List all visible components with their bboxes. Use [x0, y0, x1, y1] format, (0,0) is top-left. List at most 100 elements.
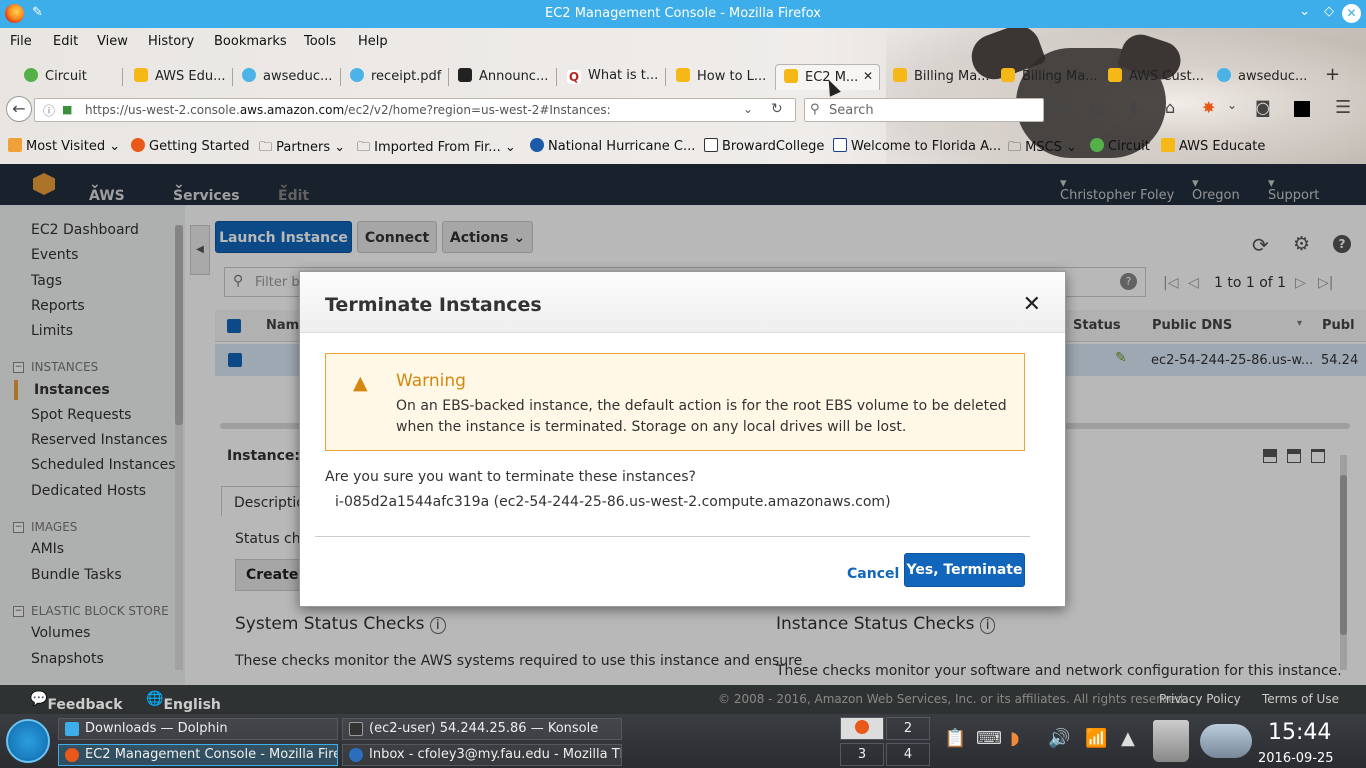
weather-melon-icon[interactable]: ◗: [1010, 728, 1019, 749]
url-text: https://us-west-2.console.aws.amazon.com…: [85, 103, 611, 117]
menu-history[interactable]: History: [148, 34, 194, 49]
menu-edit[interactable]: Edit: [53, 34, 78, 49]
tab-receipt[interactable]: receipt.pdf: [350, 64, 450, 90]
bookmark-label: MSCS: [1025, 140, 1062, 155]
bookmark-circuit[interactable]: Circuit: [1090, 138, 1150, 154]
warning-box: ▲ Warning On an EBS-backed instance, the…: [325, 353, 1025, 451]
tab-aws-educate[interactable]: AWS Edu...: [134, 64, 230, 90]
dialog-title: Terminate Instances: [325, 294, 542, 316]
tab-label: How to L...: [697, 69, 767, 84]
gear-icon: [8, 138, 22, 152]
task-konsole[interactable]: (ec2-user) 54.244.25.86 — Konsole: [342, 718, 622, 740]
bookmark-folder-imported[interactable]: 🗀 Imported From Fir... ⌄: [357, 138, 516, 160]
tab-awseducate-2[interactable]: awseduc...: [1217, 64, 1313, 90]
weather-rain-icon[interactable]: [1200, 724, 1252, 758]
clipboard-icon[interactable]: 📋: [944, 728, 966, 749]
circuit-icon: [1090, 138, 1104, 152]
feedback-label: Feedback: [47, 697, 123, 713]
menu-view[interactable]: View: [97, 34, 128, 49]
maximize-icon[interactable]: ◇: [1324, 4, 1334, 19]
bookmark-label: Welcome to Florida A...: [851, 139, 1002, 154]
tab-billing-1[interactable]: Billing Ma...: [893, 64, 989, 90]
tab-circuit[interactable]: Circuit: [24, 64, 120, 90]
feedback-link[interactable]: 💬 Feedback: [30, 691, 123, 713]
minimize-icon[interactable]: ⌄: [1299, 4, 1310, 19]
bookmark-aws-educate[interactable]: AWS Educate: [1161, 138, 1265, 154]
bookmark-most-visited[interactable]: Most Visited ⌄: [8, 138, 120, 154]
tab-how-to[interactable]: How to L...: [676, 64, 772, 90]
desktop-pager-2[interactable]: 2: [886, 717, 930, 740]
download-icon[interactable]: ⬇: [1127, 99, 1140, 118]
url-dropdown-icon[interactable]: ⌄: [743, 102, 753, 116]
task-label: Downloads — Dolphin: [85, 721, 228, 736]
tab-quora[interactable]: Q What is t...: [567, 64, 663, 90]
hamburger-menu-icon[interactable]: ☰: [1335, 97, 1351, 118]
extension-dropdown-icon[interactable]: ⌄: [1227, 98, 1237, 112]
pocket-icon[interactable]: ◙: [1255, 98, 1271, 117]
menu-help[interactable]: Help: [358, 34, 388, 49]
bookmark-fau[interactable]: Welcome to Florida A...: [833, 138, 1001, 154]
dolphin-icon: [65, 722, 79, 736]
menu-file[interactable]: File: [10, 34, 32, 49]
tab-label: Billing Ma...: [1022, 69, 1097, 84]
application-launcher-icon[interactable]: [6, 719, 50, 763]
task-thunderbird[interactable]: Inbox - cfoley3@my.fau.edu - Mozilla Th: [342, 744, 622, 766]
search-bar[interactable]: ⚲ Search: [804, 98, 1044, 122]
trash-icon[interactable]: [1153, 720, 1189, 762]
yes-terminate-button[interactable]: Yes, Terminate: [904, 553, 1025, 587]
bookmark-folder-mscs[interactable]: 🗀 MSCS ⌄: [1008, 138, 1077, 160]
tab-awseducate[interactable]: awseduc...: [242, 64, 338, 90]
bookmark-star-icon[interactable]: ☆: [1057, 99, 1071, 118]
desktop-pager-3[interactable]: 3: [840, 743, 884, 766]
task-dolphin[interactable]: Downloads — Dolphin: [58, 718, 338, 740]
volume-icon[interactable]: 🔊: [1048, 728, 1070, 749]
aws-icon: [784, 69, 798, 83]
new-tab-button[interactable]: +: [1325, 64, 1340, 85]
bookmarks-toolbar: Most Visited ⌄ Getting Started 🗀 Partner…: [0, 128, 1366, 164]
keyboard-icon[interactable]: ⌨: [976, 728, 1002, 749]
folder-icon: 🗀: [357, 140, 375, 155]
back-button[interactable]: ←: [6, 96, 32, 122]
task-firefox[interactable]: EC2 Management Console - Mozilla Firef: [58, 744, 338, 766]
clock-date[interactable]: 2016-09-25: [1258, 751, 1334, 766]
extension-icon[interactable]: ✸: [1202, 98, 1215, 117]
privacy-policy-link[interactable]: Privacy Policy: [1159, 692, 1241, 706]
tab-separator: [122, 68, 123, 86]
language-selector[interactable]: 🌐 English: [146, 691, 221, 713]
aws-icon: [134, 68, 148, 82]
tab-billing-2[interactable]: Billing Ma...: [1001, 64, 1097, 90]
warning-title: Warning: [396, 371, 466, 391]
tab-separator: [340, 68, 341, 86]
bookmark-getting-started[interactable]: Getting Started: [131, 138, 250, 154]
close-icon[interactable]: ✕: [1342, 4, 1361, 23]
tab-aws-customer[interactable]: AWS Cust...: [1108, 64, 1204, 90]
bookmark-folder-partners[interactable]: 🗀 Partners ⌄: [259, 138, 345, 160]
menu-tools[interactable]: Tools: [304, 34, 336, 49]
tab-separator: [665, 68, 666, 86]
reading-list-icon[interactable]: ▤: [1089, 99, 1104, 118]
wifi-icon[interactable]: 📶: [1085, 728, 1107, 749]
terminal-icon: [349, 722, 363, 736]
terminate-instances-dialog: Terminate Instances ✕ ▲ Warning On an EB…: [299, 271, 1066, 607]
info-icon[interactable]: ⓘ: [43, 102, 55, 119]
tab-announcements[interactable]: Announc...: [458, 64, 554, 90]
reload-icon[interactable]: ↻: [771, 101, 783, 117]
thunderbird-icon: [349, 748, 363, 762]
url-bar[interactable]: ⓘ ■ https://us-west-2.console.aws.amazon…: [34, 98, 796, 122]
close-icon[interactable]: ✕: [1023, 292, 1041, 317]
blackboard-icon: [458, 68, 472, 82]
firefox-icon: [65, 748, 79, 762]
desktop-pager-4[interactable]: 4: [886, 743, 930, 766]
close-tab-icon[interactable]: ✕: [863, 69, 873, 83]
desktop-pager-1[interactable]: [840, 717, 884, 740]
desktop-screen: ✎ EC2 Management Console - Mozilla Firef…: [0, 0, 1366, 768]
terms-of-use-link[interactable]: Terms of Use: [1262, 692, 1339, 706]
clock-time[interactable]: 15:44: [1268, 720, 1331, 745]
notifications-icon[interactable]: ▲: [1121, 728, 1135, 749]
extension-black-icon[interactable]: [1294, 101, 1310, 117]
bookmark-broward[interactable]: BrowardCollege: [704, 138, 824, 154]
home-icon[interactable]: ⌂: [1165, 98, 1175, 117]
bookmark-hurricane[interactable]: National Hurricane C...: [530, 138, 695, 154]
cancel-button[interactable]: Cancel: [847, 566, 899, 582]
menu-bookmarks[interactable]: Bookmarks: [214, 34, 287, 49]
